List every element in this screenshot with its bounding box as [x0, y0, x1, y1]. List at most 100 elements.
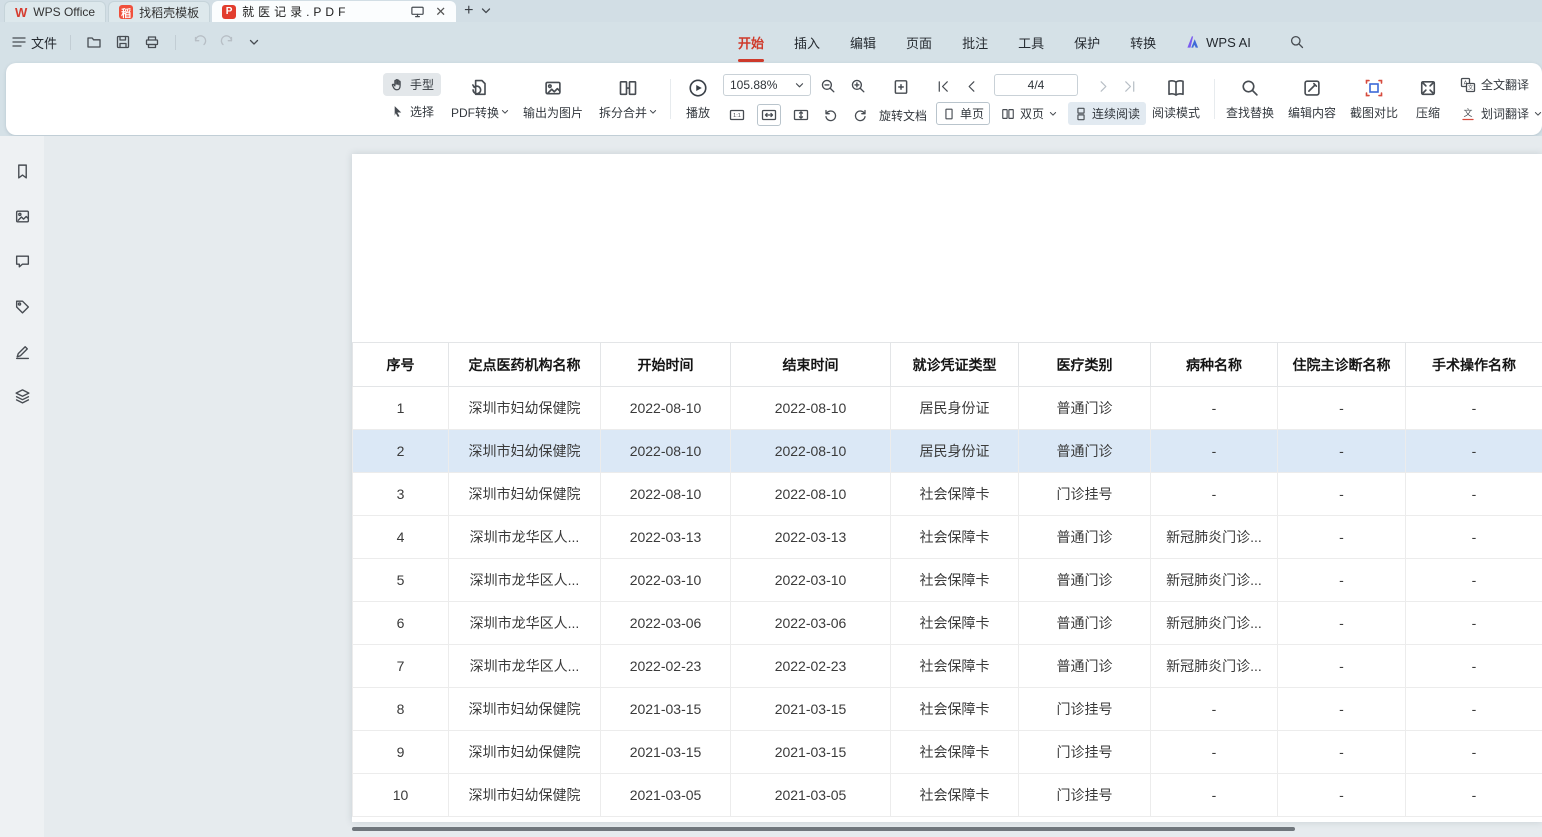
ribbon-tab-编辑[interactable]: 编辑 [850, 22, 876, 62]
ribbon-tab-转换[interactable]: 转换 [1130, 22, 1156, 62]
tab-list-chevron-down-icon[interactable] [481, 0, 499, 22]
previous-page-button[interactable] [962, 77, 981, 96]
table-cell: 门诊挂号 [1019, 473, 1151, 516]
undo-button[interactable] [189, 32, 209, 52]
table-cell: 9 [353, 731, 449, 774]
play-button[interactable]: 播放 [674, 70, 722, 128]
zoom-out-button[interactable] [818, 76, 839, 97]
fit-page-button[interactable] [890, 76, 912, 98]
table-cell: 2021-03-15 [601, 688, 731, 731]
export-image-label: 输出为图片 [523, 104, 583, 121]
table-cell: 普通门诊 [1019, 559, 1151, 602]
select-tool-button[interactable]: 选择 [383, 100, 441, 123]
word-translate-icon: 文 [1460, 106, 1476, 122]
fit-width-button[interactable] [757, 104, 781, 126]
zoom-level-select[interactable]: 105.88% [723, 74, 811, 96]
file-menu[interactable]: 文件 [12, 33, 57, 52]
enter-fullscreen-monitor-icon[interactable] [408, 2, 427, 21]
svg-text:1:1: 1:1 [733, 113, 741, 119]
pdf-convert-button[interactable]: PDF转换 [446, 70, 514, 128]
fit-height-button[interactable] [790, 105, 812, 125]
page-number-input[interactable] [994, 74, 1078, 96]
double-page-label: 双页 [1020, 105, 1044, 122]
split-merge-icon [618, 78, 638, 98]
header-cell: 病种名称 [1151, 343, 1278, 387]
screenshot-compare-button[interactable]: 截图对比 [1344, 70, 1404, 128]
full-text-translate-button[interactable]: A文 全文翻译 [1456, 74, 1542, 95]
save-button[interactable] [113, 32, 133, 52]
table-cell: 2022-08-10 [601, 430, 731, 473]
close-tab-icon[interactable]: ✕ [435, 5, 446, 18]
tab-document[interactable]: P 就医记录.PDF ✕ [212, 1, 456, 22]
header-cell: 开始时间 [601, 343, 731, 387]
double-page-button[interactable]: 双页 [999, 102, 1059, 125]
find-replace-button[interactable]: 查找替换 [1220, 70, 1280, 128]
horizontal-scrollbar-thumb[interactable] [352, 827, 1295, 831]
table-cell: - [1151, 387, 1278, 430]
hand-tool-label: 手型 [410, 76, 434, 93]
layers-panel-button[interactable] [12, 386, 33, 407]
cursor-icon [390, 104, 405, 119]
actual-size-button[interactable]: 1:1 [726, 105, 748, 125]
header-cell: 医疗类别 [1019, 343, 1151, 387]
compress-button[interactable]: 压缩 [1406, 70, 1450, 128]
ribbon-tab-工具[interactable]: 工具 [1018, 22, 1044, 62]
rotate-doc-label[interactable]: 旋转文档 [879, 107, 927, 124]
edit-content-button[interactable]: 编辑内容 [1282, 70, 1342, 128]
wps-ai-button[interactable]: WPS AI [1186, 35, 1251, 50]
ribbon-tab-保护[interactable]: 保护 [1074, 22, 1100, 62]
rotate-right-button[interactable] [850, 105, 870, 125]
continuous-reading-label: 连续阅读 [1092, 105, 1140, 122]
single-page-button[interactable]: 单页 [936, 102, 990, 125]
comments-panel-button[interactable] [12, 251, 33, 272]
ribbon-tab-插入[interactable]: 插入 [794, 22, 820, 62]
read-mode-button[interactable]: 阅读模式 [1146, 70, 1206, 128]
edit-content-label: 编辑内容 [1288, 104, 1336, 121]
table-cell: 普通门诊 [1019, 387, 1151, 430]
table-cell: 2022-03-10 [601, 559, 731, 602]
continuous-reading-button[interactable]: 连续阅读 [1068, 102, 1146, 125]
next-page-button[interactable] [1094, 77, 1113, 96]
table-cell: 2022-08-10 [731, 473, 891, 516]
thumbnails-panel-button[interactable] [12, 206, 33, 227]
last-page-button[interactable] [1120, 77, 1139, 96]
open-file-button[interactable] [84, 32, 104, 52]
first-page-button[interactable] [934, 77, 953, 96]
word-translate-button[interactable]: 文 划词翻译 [1456, 103, 1542, 124]
hamburger-icon [12, 36, 26, 48]
hand-tool-button[interactable]: 手型 [383, 73, 441, 96]
tab-docer-label: 找稻壳模板 [139, 4, 199, 21]
table-cell: 2022-03-13 [601, 516, 731, 559]
tab-docer-templates[interactable]: 稻 找稻壳模板 [108, 1, 210, 22]
new-tab-button[interactable]: + [456, 0, 481, 22]
table-cell: 普通门诊 [1019, 602, 1151, 645]
ribbon-tab-页面[interactable]: 页面 [906, 22, 932, 62]
print-button[interactable] [142, 32, 162, 52]
ribbon-tab-批注[interactable]: 批注 [962, 22, 988, 62]
ribbon-tabs: 开始插入编辑页面批注工具保护转换 [738, 22, 1156, 62]
comment-icon [14, 253, 31, 270]
continuous-reading-icon [1074, 107, 1088, 121]
tab-wps-office[interactable]: W WPS Office [4, 1, 106, 22]
table-cell: 2022-02-23 [731, 645, 891, 688]
svg-text:文: 文 [1463, 107, 1472, 118]
table-cell: 4 [353, 516, 449, 559]
document-title: 就医记录.PDF [242, 3, 349, 20]
menu-search-button[interactable] [1287, 32, 1307, 52]
table-cell: 社会保障卡 [891, 774, 1019, 817]
wps-ai-icon [1186, 35, 1201, 49]
ribbon-tab-开始[interactable]: 开始 [738, 22, 764, 62]
previous-page-icon [964, 79, 979, 94]
export-as-image-button[interactable]: 输出为图片 [516, 70, 590, 128]
wps-ai-label: WPS AI [1206, 35, 1251, 50]
rotate-left-button[interactable] [821, 105, 841, 125]
undo-history-chevron-down-icon[interactable] [247, 36, 261, 48]
zoom-in-button[interactable] [848, 76, 869, 97]
attachments-panel-button[interactable] [12, 296, 33, 317]
sign-panel-button[interactable] [12, 341, 33, 362]
split-merge-button[interactable]: 拆分合并 [592, 70, 664, 128]
bookmarks-panel-button[interactable] [12, 161, 33, 182]
table-cell: - [1278, 688, 1406, 731]
redo-button[interactable] [218, 32, 238, 52]
pdf-convert-icon [470, 78, 490, 98]
